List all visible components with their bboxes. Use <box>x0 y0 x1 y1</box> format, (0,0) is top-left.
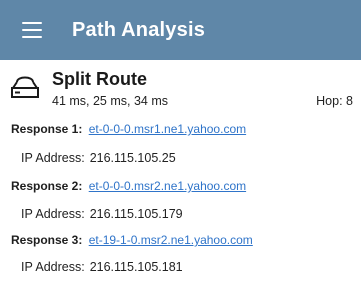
hamburger-menu-icon[interactable] <box>22 22 42 38</box>
route-name: Split Route <box>52 69 147 89</box>
app-bar: Path Analysis <box>0 0 361 60</box>
router-icon <box>11 76 39 98</box>
response-row: Response 1: et-0-0-0.msr1.ne1.yahoo.com <box>11 122 246 136</box>
response-label: Response 3: <box>11 233 83 247</box>
route-times: 41 ms, 25 ms, 34 ms <box>52 94 169 108</box>
menu-line <box>22 22 42 24</box>
menu-line <box>22 36 42 38</box>
menu-line <box>22 29 42 31</box>
path-analysis-content: Split Route 41 ms, 25 ms, 34 ms Hop: 8 R… <box>0 60 361 283</box>
ip-address-row: IP Address: 216.115.105.181 <box>21 260 183 274</box>
ip-value: 216.115.105.181 <box>89 260 183 274</box>
response-host-link[interactable]: et-19-1-0.msr2.ne1.yahoo.com <box>89 233 253 247</box>
ip-value: 216.115.105.179 <box>89 207 183 221</box>
ip-label: IP Address: <box>21 207 85 221</box>
response-label: Response 1: <box>11 122 83 136</box>
ip-address-row: IP Address: 216.115.105.25 <box>21 151 176 165</box>
response-row: Response 2: et-0-0-0.msr2.ne1.yahoo.com <box>11 179 246 193</box>
route-header: Split Route 41 ms, 25 ms, 34 ms Hop: 8 <box>0 60 361 118</box>
ip-label: IP Address: <box>21 151 85 165</box>
page-title: Path Analysis <box>72 18 206 41</box>
response-label: Response 2: <box>11 179 83 193</box>
response-row: Response 3: et-19-1-0.msr2.ne1.yahoo.com <box>11 233 253 247</box>
ip-address-row: IP Address: 216.115.105.179 <box>21 207 183 221</box>
response-host-link[interactable]: et-0-0-0.msr2.ne1.yahoo.com <box>89 179 246 193</box>
ip-label: IP Address: <box>21 260 85 274</box>
hop-count: Hop: 8 <box>316 94 353 108</box>
response-host-link[interactable]: et-0-0-0.msr1.ne1.yahoo.com <box>89 122 246 136</box>
ip-value: 216.115.105.25 <box>89 151 176 165</box>
